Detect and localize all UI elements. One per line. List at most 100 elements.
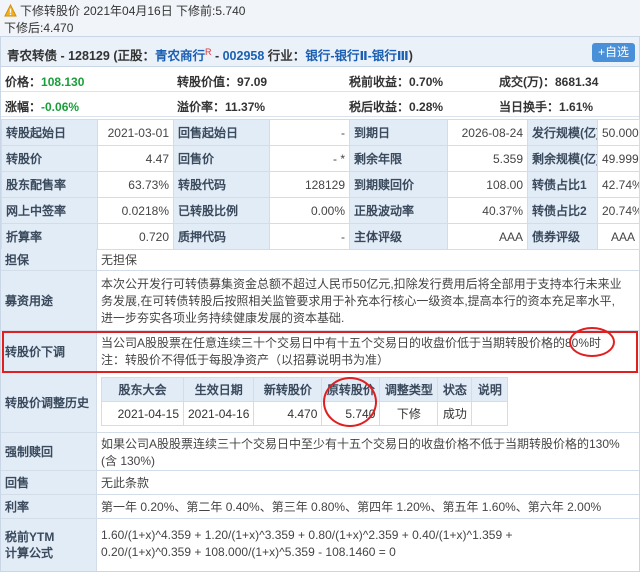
terms-value-cell: AAA [447, 223, 528, 250]
terms-key-cell: 债券评级 [527, 223, 598, 250]
terms-key-cell: 发行规模(亿) [527, 119, 598, 146]
ytm-formula-row: 税前YTM 计算公式 1.60/(1+x)^4.359 + 1.20/(1+x)… [1, 519, 639, 571]
ytm-line: 0.20/(1+x)^0.359 + 108.000/(1+x)^5.359 -… [101, 545, 396, 559]
terms-key-cell: 回售起始日 [173, 119, 270, 146]
terms-value-cell: 40.37% [447, 197, 528, 224]
redeem-line: (含 130%) [101, 454, 156, 468]
terms-value-cell: 4.47 [97, 145, 174, 172]
history-cell: 成功 [437, 401, 473, 426]
terms-key-cell: 网上中签率 [1, 197, 98, 224]
terms-key-cell: 到期赎回价 [349, 171, 448, 198]
industry-suffix: ) [408, 49, 413, 63]
terms-key-cell: 股东配售率 [1, 171, 98, 198]
funds-use-text: 本次公开发行可转债募集资金总额不超过人民币50亿元,扣除发行费用后将全部用于支持… [101, 276, 633, 327]
ytm-label-line: 计算公式 [5, 546, 54, 560]
ytm-line: 1.60/(1+x)^4.359 + 1.20/(1+x)^3.359 + 0.… [101, 528, 513, 542]
conv-value-cell: 转股价值：97.09 [177, 75, 268, 89]
terms-key-cell: 已转股比例 [173, 197, 270, 224]
old-price-highlight-circle [323, 377, 377, 427]
notice-line-1: 下修转股价 2021年04月16日 下修前:5.740 [4, 2, 245, 19]
bond-terms-table: 转股起始日 2021-03-01 回售起始日 - 到期日 2026-08-24 发行规模(亿… [1, 119, 640, 250]
price-history-label: 转股价调整历史 [1, 373, 97, 432]
warning-icon [4, 4, 17, 17]
add-watchlist-button[interactable]: +自选 [591, 43, 635, 62]
terms-key-cell: 回售价 [173, 145, 270, 172]
history-cell: 2021-04-15 [101, 401, 184, 426]
industry-link[interactable]: 银行-银行Ⅱ-银行Ⅲ [305, 49, 408, 63]
volume-cell: 成交(万)：8681.34 [499, 75, 599, 89]
history-cell [471, 401, 509, 426]
history-header-cell: 股东大会 [101, 377, 184, 402]
funds-use-label: 募资用途 [1, 271, 97, 330]
forced-redeem-label: 强制赎回 [1, 433, 97, 470]
terms-key-cell: 主体评级 [349, 223, 448, 250]
terms-value-cell: 2026-08-24 [447, 119, 528, 146]
pretax-yield-cell: 税前收益：0.70% [349, 75, 444, 89]
terms-row: 转股起始日 2021-03-01 回售起始日 - 到期日 2026-08-24 发行规模(亿… [1, 119, 640, 146]
terms-value-cell: 49.999 [597, 145, 640, 172]
terms-key-cell: 转股代码 [173, 171, 270, 198]
terms-key-cell: 剩余规模(亿) [527, 145, 598, 172]
guarantee-text: 无担保 [101, 253, 138, 267]
terms-value-cell: 63.73% [97, 171, 174, 198]
terms-key-cell: 折算率 [1, 223, 98, 250]
funds-line: 进一步夯实各项业务持续健康发展的资本基础. [101, 311, 345, 325]
premium-cell: 溢价率：11.37% [177, 100, 266, 114]
history-cell: 4.470 [253, 401, 323, 426]
history-header-cell: 新转股价 [253, 377, 323, 402]
putback-text: 无此条款 [101, 476, 150, 490]
forced-redeem-text: 如果公司A股股票连续三十个交易日中至少有十五个交易日的收盘价格不低于当期转股价格… [101, 436, 633, 470]
terms-value-cell: - * [269, 145, 350, 172]
stock-code-sep: - [211, 49, 223, 63]
forced-redeem-row: 强制赎回 如果公司A股股票连续三十个交易日中至少有十五个交易日的收盘价格不低于当… [1, 433, 639, 471]
quote-row-1: 价格：108.130 转股价值：97.09 税前收益：0.70% 成交(万)：8… [1, 68, 639, 92]
notice-line-2: 下修后:4.470 [4, 21, 74, 35]
reset-highlight-box [2, 331, 638, 373]
terms-value-cell: AAA [597, 223, 640, 250]
funds-line: 务发展,在可转债转股后按照相关监管要求用于补充本行核心一级资本,提高本行的资本充… [101, 294, 616, 308]
ytm-label-line: 税前YTM [5, 530, 55, 544]
guarantee-row: 担保 无担保 [1, 249, 639, 271]
terms-key-cell: 转债占比1 [527, 171, 598, 198]
terms-value-cell: 0.720 [97, 223, 174, 250]
terms-row: 股东配售率 63.73% 转股代码 128129 到期赎回价 108.00 转债占比1 42.… [1, 171, 640, 198]
terms-value-cell: - [269, 223, 350, 250]
terms-row: 转股价 4.47 回售价 - * 剩余年限 5.359 剩余规模(亿) 49.999 [1, 145, 640, 172]
rate-label: 利率 [1, 495, 97, 518]
rate-text: 第一年 0.20%、第二年 0.40%、第三年 0.80%、第四年 1.20%、… [101, 500, 602, 514]
guarantee-label: 担保 [1, 249, 97, 270]
bond-name: 青农转债 - 128129 [7, 49, 110, 63]
terms-value-cell: 5.359 [447, 145, 528, 172]
ytm-formula-text: 1.60/(1+x)^4.359 + 1.20/(1+x)^3.359 + 0.… [101, 527, 633, 561]
stock-prefix: (正股： [113, 49, 155, 63]
history-header-row: 股东大会 生效日期 新转股价 原转股价 调整类型 状态 说明 [101, 377, 509, 402]
history-header-cell: 说明 [471, 377, 509, 402]
terms-value-cell: 0.0218% [97, 197, 174, 224]
price-value: 108.130 [41, 75, 85, 89]
history-header-cell: 生效日期 [182, 377, 255, 402]
price-history-table: 股东大会 生效日期 新转股价 原转股价 调整类型 状态 说明 2021-04-15 2021-0… [101, 377, 509, 426]
turnover-cell: 当日换手：1.61% [499, 100, 594, 114]
aftertax-yield-cell: 税后收益：0.28% [349, 100, 444, 114]
history-cell: 2021-04-16 [182, 401, 255, 426]
terms-key-cell: 到期日 [349, 119, 448, 146]
history-header-cell: 调整类型 [379, 377, 439, 402]
change-value: -0.06% [41, 100, 80, 114]
terms-key-cell: 剩余年限 [349, 145, 448, 172]
terms-value-cell: 42.74% [597, 171, 640, 198]
terms-value-cell: 50.000 [597, 119, 640, 146]
terms-value-cell: 2021-03-01 [97, 119, 174, 146]
notice-text-1: 下修转股价 2021年04月16日 下修前:5.740 [20, 4, 246, 18]
terms-value-cell: 20.74% [597, 197, 640, 224]
terms-key-cell: 正股波动率 [349, 197, 448, 224]
stock-code-link[interactable]: 002958 [223, 49, 265, 63]
stock-name-link[interactable]: 青农商行 [155, 49, 205, 63]
quote-row-2: 涨幅：-0.06% 溢价率：11.37% 税后收益：0.28% 当日换手：1.6… [1, 93, 639, 117]
history-row: 2021-04-15 2021-04-16 4.470 5.740 下修 成功 [101, 401, 509, 426]
terms-key-cell: 转股价 [1, 145, 98, 172]
percent-highlight-circle [569, 327, 615, 357]
terms-value-cell: - [269, 119, 350, 146]
funds-line: 本次公开发行可转债募集资金总额不超过人民币50亿元,扣除发行费用后将全部用于支持… [101, 277, 622, 291]
bond-title-bar: 青农转债 - 128129 (正股：青农商行R - 002958 行业：银行-银… [1, 37, 639, 67]
rate-row: 利率 第一年 0.20%、第二年 0.40%、第三年 0.80%、第四年 1.2… [1, 495, 639, 519]
